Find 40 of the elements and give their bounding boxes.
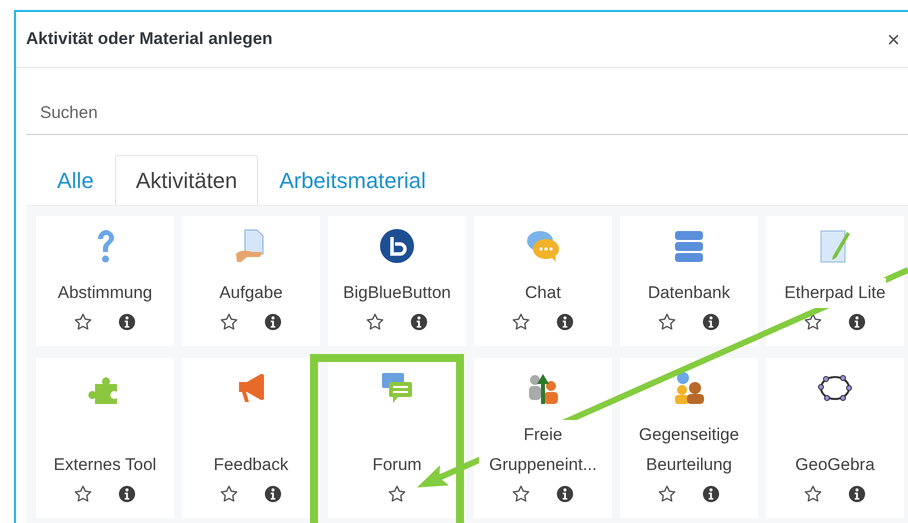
dialog-title: Aktivität oder Material anlegen bbox=[26, 29, 273, 50]
module-card[interactable]: Freie Gruppeneint... bbox=[474, 358, 612, 518]
module-card[interactable]: Feedback bbox=[182, 358, 320, 518]
module-card[interactable]: GeoGebra bbox=[766, 358, 904, 518]
star-icon[interactable] bbox=[512, 312, 530, 330]
star-icon[interactable] bbox=[804, 484, 822, 502]
info-icon[interactable] bbox=[264, 484, 282, 502]
info-icon[interactable] bbox=[118, 484, 136, 502]
module-card[interactable]: Abstimmung bbox=[36, 216, 174, 346]
star-icon[interactable] bbox=[658, 312, 676, 330]
module-card[interactable]: Chat bbox=[474, 216, 612, 346]
info-icon[interactable] bbox=[702, 484, 720, 502]
info-icon[interactable] bbox=[848, 312, 866, 330]
star-icon[interactable] bbox=[74, 312, 92, 330]
star-icon[interactable] bbox=[804, 312, 822, 330]
star-icon[interactable] bbox=[220, 484, 238, 502]
star-icon[interactable] bbox=[220, 312, 238, 330]
tab[interactable]: Aktivitäten bbox=[114, 154, 258, 204]
star-icon[interactable] bbox=[388, 484, 406, 502]
star-icon[interactable] bbox=[512, 484, 530, 502]
module-card[interactable]: Externes Tool bbox=[36, 358, 174, 518]
module-card[interactable]: Aufgabe bbox=[182, 216, 320, 346]
star-icon[interactable] bbox=[658, 484, 676, 502]
module-card[interactable]: Etherpad Lite bbox=[766, 216, 904, 346]
circle-letter-icon bbox=[379, 228, 415, 264]
close-button[interactable]: × bbox=[883, 28, 904, 50]
module-card[interactable]: Gegenseitige Beurteilung bbox=[620, 358, 758, 518]
info-icon[interactable] bbox=[264, 312, 282, 330]
module-card[interactable]: Datenbank bbox=[620, 216, 758, 346]
info-icon[interactable] bbox=[118, 312, 136, 330]
info-icon[interactable] bbox=[848, 484, 866, 502]
module-label: Etherpad Lite bbox=[784, 278, 886, 308]
info-icon[interactable] bbox=[410, 312, 428, 330]
info-icon[interactable] bbox=[556, 312, 574, 330]
module-card[interactable]: Forum bbox=[328, 358, 466, 518]
info-icon[interactable] bbox=[556, 484, 574, 502]
star-icon[interactable] bbox=[366, 312, 384, 330]
info-icon[interactable] bbox=[702, 312, 720, 330]
module-card[interactable]: BigBlueButton bbox=[328, 216, 466, 346]
star-icon[interactable] bbox=[74, 484, 92, 502]
